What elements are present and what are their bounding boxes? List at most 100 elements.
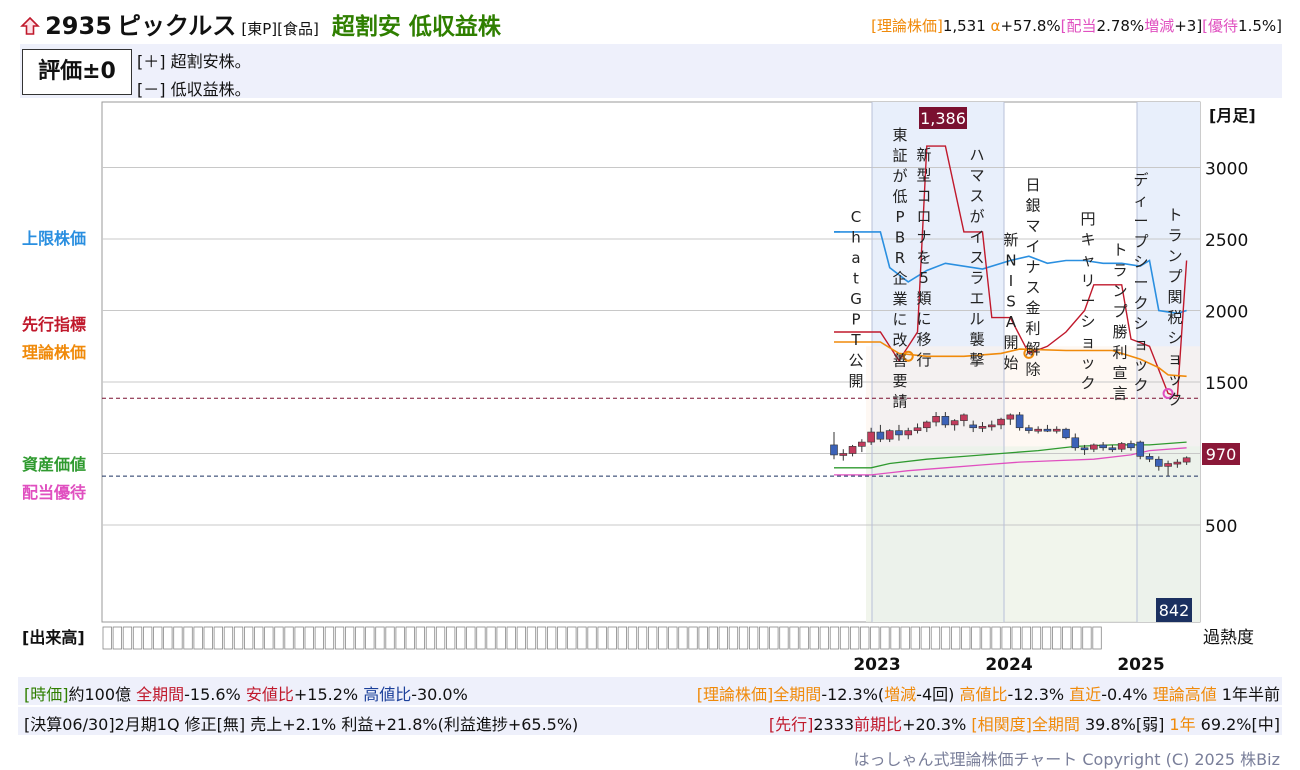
volume-cell (1001, 626, 1011, 650)
volume-cell (839, 626, 850, 650)
candle-body (1025, 427, 1033, 431)
volume-cell (920, 626, 930, 650)
volume-cell (991, 626, 1001, 650)
volume-cell (668, 626, 678, 650)
candle-body (1136, 441, 1145, 457)
volume-label: [出来高] (22, 628, 85, 647)
volume-cell (344, 626, 355, 650)
volume-cell (1011, 626, 1021, 650)
volume-cell (961, 626, 971, 650)
y-tick-label: 500 (1205, 517, 1237, 537)
volume-cell (516, 626, 526, 650)
volume-cell (678, 626, 688, 650)
volume-cell (718, 626, 728, 650)
y-tick-label: 3000 (1205, 160, 1248, 180)
candle-body (978, 426, 987, 429)
volume-cell (940, 626, 951, 650)
candle-body (1127, 443, 1135, 449)
footer-theory-seg-6: -12.3% (1007, 685, 1070, 704)
footer-leading-seg-0: [先行] (768, 715, 814, 734)
candle-body (858, 441, 866, 447)
event-annotation: 円キャリーショック (1080, 210, 1095, 392)
candle-body (1173, 461, 1182, 465)
volume-cell (355, 626, 365, 650)
volume-cell (243, 626, 254, 650)
volume-cell (850, 626, 860, 650)
volume-cell (688, 626, 698, 650)
volume-cell (607, 626, 617, 650)
volume-cell (526, 626, 537, 650)
volume-cell (233, 626, 244, 650)
footer-theory-seg-2: -12.3%( (821, 685, 885, 704)
volume-cell (405, 626, 415, 650)
candle-body (1164, 463, 1172, 467)
candle-body (1182, 457, 1191, 463)
volume-cell (213, 626, 224, 650)
volume-cell (1062, 626, 1072, 650)
price-low-label: 842 (1159, 601, 1190, 620)
volume-cell (102, 626, 112, 650)
volume-cell (456, 626, 466, 650)
volume-cell (223, 626, 234, 650)
volume-cell (193, 626, 203, 650)
footer-leading-stats: [先行]2333前期比+20.3% [相関度]全期間 39.8%[弱] 1年 6… (769, 711, 1280, 735)
y-tick-label: 2500 (1205, 231, 1248, 251)
volume-cell (779, 626, 789, 650)
volume-cell (112, 626, 122, 650)
candle-body (960, 414, 968, 421)
volume-cell (476, 626, 486, 650)
volume-cell (890, 626, 900, 650)
volume-cell (981, 626, 991, 650)
candle-body (1145, 456, 1154, 460)
volume-cell (536, 626, 547, 650)
volume-cell (587, 626, 597, 650)
footer-market-seg-6: 高値比 (363, 685, 412, 704)
footer-market-seg-7: -30.0% (411, 685, 468, 704)
footer-theory-seg-8: -0.4% (1101, 685, 1153, 704)
footer-theory-seg-7: 直近 (1069, 685, 1102, 704)
candle-body (848, 446, 857, 454)
volume-cell (314, 626, 325, 650)
event-annotation: ハマスがイスラエル襲撃 (969, 146, 984, 369)
candle-body (885, 430, 894, 440)
y-tick-label: 1500 (1205, 374, 1248, 394)
volume-cell (769, 626, 779, 650)
volume-cell (708, 626, 718, 650)
volume-cell (971, 626, 981, 650)
candle-body (867, 431, 875, 443)
volume-cell (880, 626, 890, 650)
volume-cell (910, 626, 920, 650)
volume-cell (1052, 626, 1062, 650)
volume-cell (930, 626, 941, 650)
y-axis-label: [月足] (1209, 106, 1256, 125)
year-label: 2023 (853, 655, 900, 675)
footer-theory-seg-1: 全期間 (773, 685, 822, 704)
volume-cell (900, 626, 910, 650)
volume-cell (1031, 626, 1042, 650)
volume-cell (698, 626, 708, 650)
volume-cell (304, 626, 314, 650)
candle-body (932, 416, 940, 423)
volume-cell (1072, 626, 1082, 650)
volume-cell (728, 626, 739, 650)
candle-body (839, 453, 848, 456)
footer-market-stats: [時価]約100億 全期間-15.6% 安値比+15.2% 高値比-30.0% (24, 681, 468, 705)
footer-market-seg-0: [時価] (24, 685, 69, 704)
candle-body (876, 431, 885, 440)
candle-body (1006, 414, 1015, 420)
volume-cell (567, 626, 577, 650)
footer-theory-seg-0: [理論株価] (696, 685, 774, 704)
candle-body (1043, 428, 1052, 432)
footer-theory-seg-5: 高値比 (959, 685, 1008, 704)
volume-cell (122, 626, 133, 650)
candle-body (1062, 428, 1070, 439)
footer-theory-seg-4: -4回) (916, 685, 960, 704)
candle-body (997, 418, 1005, 426)
event-annotation: 新型コロナを 5 類に移行 (916, 146, 931, 369)
candle-body (904, 430, 913, 436)
footer-leading-seg-8: 69.2%[中] (1195, 715, 1280, 734)
volume-cell (425, 626, 436, 650)
volume-cell (1021, 626, 1031, 650)
candle-body (895, 430, 903, 436)
volume-cell (1092, 626, 1102, 650)
